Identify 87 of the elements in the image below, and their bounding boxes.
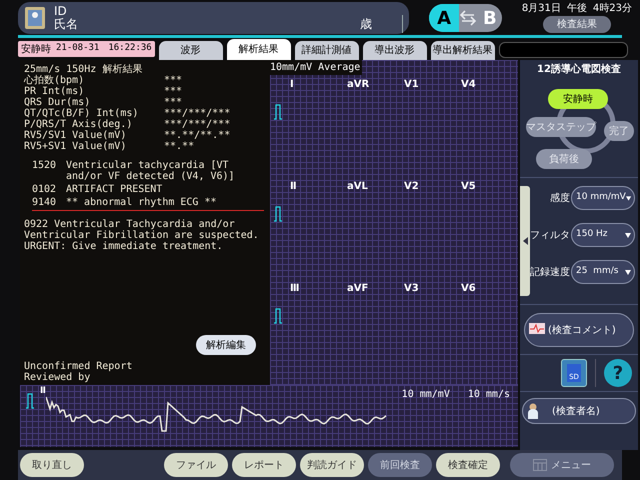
examiner-button[interactable]: (検査者名): [522, 398, 636, 424]
analysis-edit-button[interactable]: 解析編集: [196, 335, 256, 355]
caret-down-icon: [626, 196, 631, 200]
time-text: 4時23分: [592, 3, 632, 15]
measurement-value: ***/***/***: [164, 108, 230, 119]
comment-pulse-icon: [529, 323, 545, 337]
help-button[interactable]: ?: [604, 359, 632, 387]
lead-label: V3: [404, 282, 420, 296]
lead-label: V2: [404, 180, 420, 194]
exam-comment-button[interactable]: (検査コメント): [524, 313, 634, 347]
timestamp: 21-08-31 16:22:36: [56, 42, 152, 56]
setting-label: 記録速度: [530, 266, 570, 280]
ampm-text: 午後: [566, 3, 587, 15]
finding-text: ARTIFACT PRESENT: [66, 184, 162, 195]
finding-code: 9140: [32, 197, 58, 208]
id-label: ID: [54, 5, 68, 18]
measurement-label: QT/QTc(B/F) Int(ms): [24, 108, 140, 119]
measurement-label: RV5+SV1 Value(mV): [24, 141, 128, 152]
mode-label: 安静時: [21, 42, 51, 56]
panel-collapse-handle[interactable]: [520, 186, 530, 296]
sidebar-title: 12誘導心電図検査: [536, 62, 622, 77]
ab-switch[interactable]: A B: [429, 4, 502, 32]
calibration-pulse-icon: [26, 393, 34, 409]
lead-label: aVR: [347, 78, 370, 92]
caret-down-icon: [625, 232, 631, 238]
finding-code: 0102: [32, 184, 58, 195]
age-unit: 歳: [360, 15, 404, 33]
lead-label: Ⅱ: [40, 385, 46, 398]
patient-card-icon: [24, 6, 46, 30]
measurement-value: ***: [164, 86, 182, 97]
setting-dropdown[interactable]: 25 mm/s: [571, 260, 635, 284]
caret-down-icon: [625, 270, 631, 274]
tab[interactable]: 詳細計測値: [294, 41, 359, 60]
person-icon: [528, 403, 538, 419]
measurement-value: **.**/**.**: [164, 130, 230, 141]
setting-label: 感度: [550, 192, 570, 206]
setting-dropdown[interactable]: 150 Hz: [571, 223, 635, 247]
finding-text: ** abnormal rhythm ECG **: [66, 197, 217, 208]
tab[interactable]: 導出解析結果: [430, 41, 495, 60]
measurement-label: QRS Dur(ms): [24, 97, 92, 108]
measurement-value: ***: [164, 75, 182, 86]
lead-label: V1: [404, 78, 420, 92]
workflow-step-button[interactable]: 安静時: [548, 89, 608, 109]
lead-label: Ⅱ: [290, 180, 298, 194]
calibration-pulse-icon: [274, 206, 282, 222]
report-comment: 0922 Ventricular Tachycardia and/or Ventricular Fibrillation are suspected. URGENT: Give immediate treatment.: [24, 219, 260, 252]
setting-label: フィルタ: [530, 228, 570, 242]
lead-label: aVL: [347, 180, 369, 194]
lead-label: V5: [461, 180, 477, 194]
measurement-label: RV5/SV1 Value(mV): [24, 130, 128, 141]
lead-label: V4: [461, 78, 477, 92]
name-label: 氏名: [54, 18, 79, 31]
speed-text: 10 mm/s: [468, 388, 510, 402]
calibration-pulse-icon: [274, 104, 282, 120]
measurement-label: P/QRS/T Axis(deg.): [24, 119, 134, 130]
finding-code: 1520: [32, 160, 58, 173]
toolbar-button[interactable]: 検査確定: [436, 453, 500, 477]
measurement-value: ***: [164, 97, 182, 108]
sensitivity-text: 10 mm/mV: [402, 388, 450, 402]
grid-title: 10mm/mV Average: [270, 60, 362, 75]
finding-text: Ventricular tachycardia [VT and/or VF detected (V4, V6)]: [66, 160, 236, 182]
swap-arrows-icon: [459, 10, 478, 26]
tab[interactable]: 解析結果: [226, 39, 291, 60]
report-status-text: Reviewed by: [24, 372, 92, 383]
report-status-text: Unconfirmed Report: [24, 361, 134, 372]
calibration-pulse-icon: [274, 308, 282, 324]
toolbar-button[interactable]: ファイル: [164, 453, 228, 477]
report-heading: 25mm/s 150Hz 解析結果: [24, 64, 144, 75]
switch-option: B: [478, 4, 502, 32]
toolbar-button[interactable]: 判読ガイド: [300, 453, 364, 477]
lead-label: I: [290, 78, 295, 92]
toolbar-button[interactable]: 取り直し: [20, 453, 84, 477]
date-text: 8月31日: [522, 3, 561, 15]
measurement-label: PR Int(ms): [24, 86, 86, 97]
measurement-value: **.**: [164, 141, 194, 152]
lead-label: Ⅲ: [290, 282, 300, 296]
calendar-icon: [533, 459, 547, 471]
toolbar-button[interactable]: レポート: [232, 453, 296, 477]
tab[interactable]: 導出波形: [362, 41, 427, 60]
switch-option: A: [429, 4, 460, 32]
setting-dropdown[interactable]: 10 mm/mV: [571, 186, 635, 210]
lead-label: V6: [461, 282, 477, 296]
measurement-label: 心拍数(bpm): [24, 75, 86, 86]
lead-label: aVF: [347, 282, 370, 296]
measurement-value: ***/***/***: [164, 119, 230, 130]
tab[interactable]: 波形: [158, 41, 223, 60]
caret-left-icon: [522, 237, 528, 245]
